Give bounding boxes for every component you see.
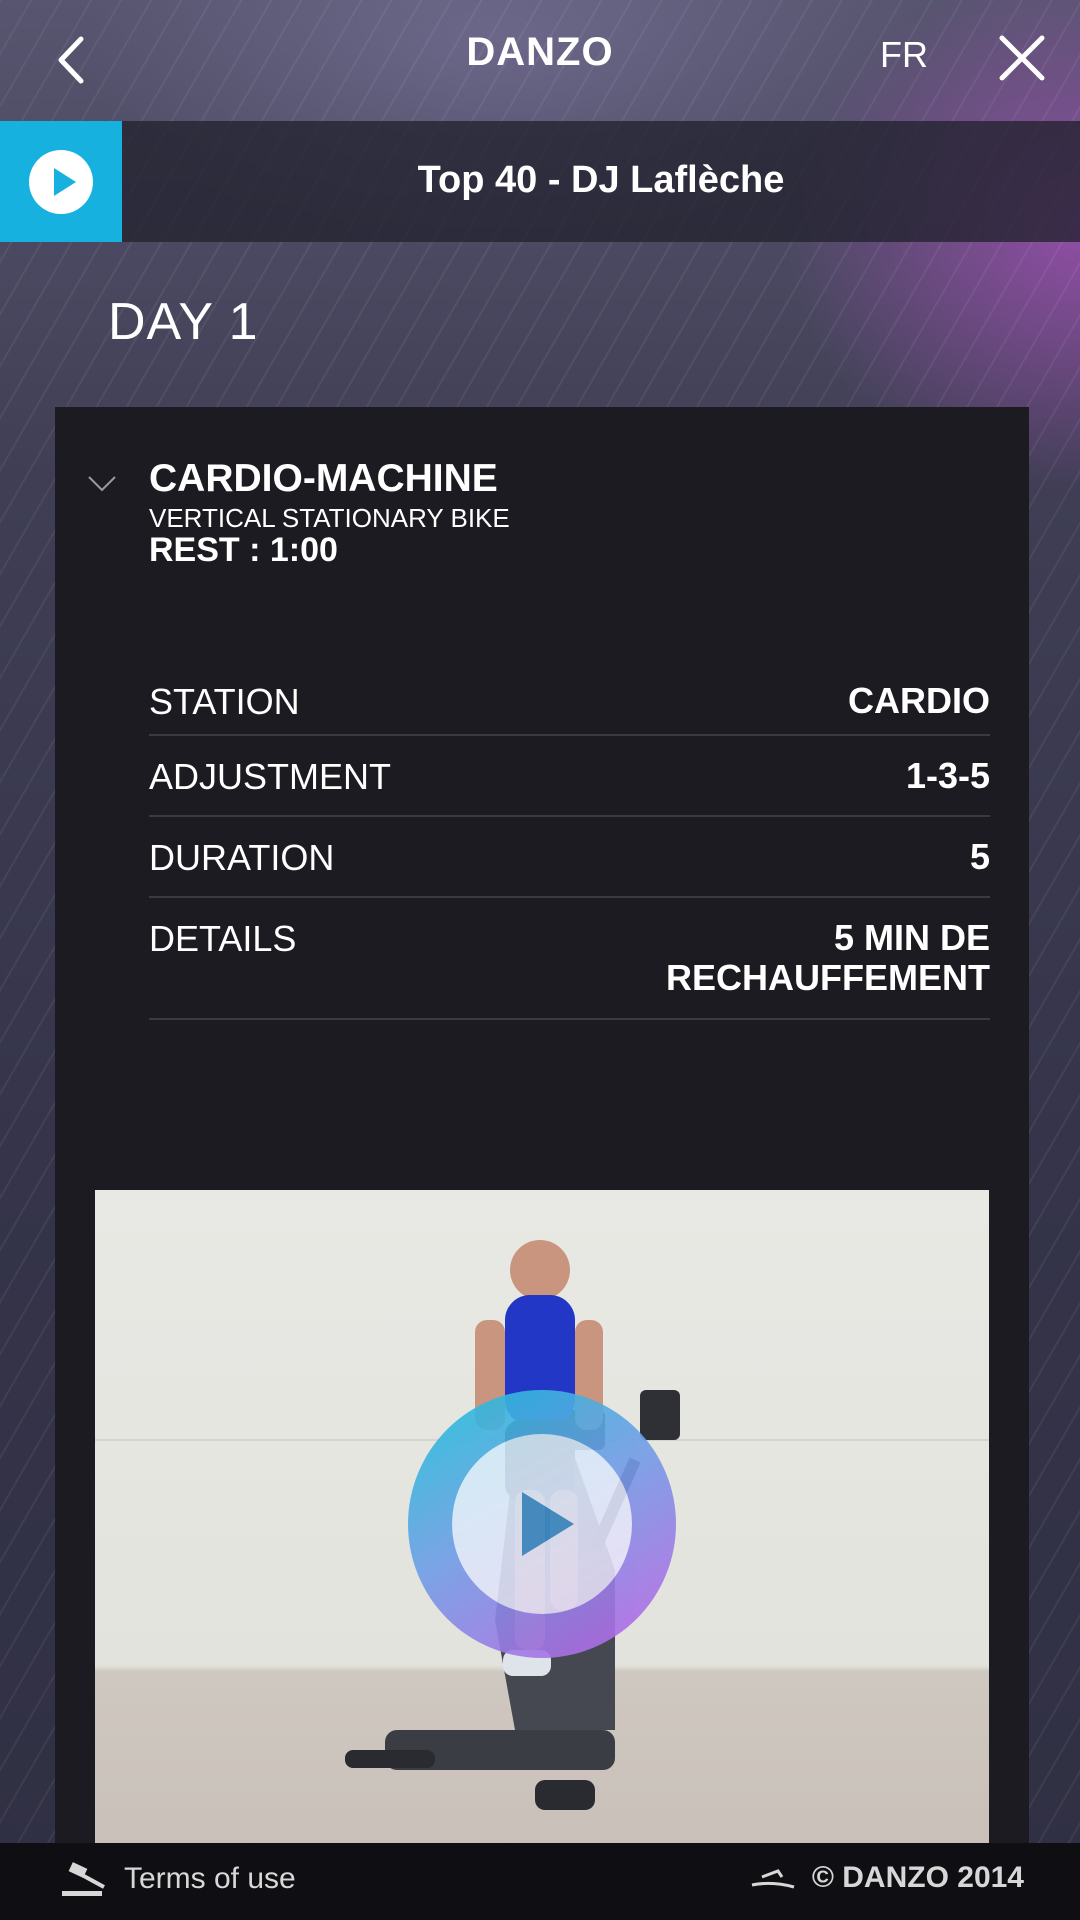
close-icon (999, 35, 1045, 81)
detail-row: DURATION 5 (149, 817, 990, 898)
terms-label: Terms of use (124, 1862, 296, 1895)
detail-label: ADJUSTMENT (149, 756, 391, 797)
danzo-logo-icon (751, 1869, 795, 1889)
gavel-icon (62, 1862, 105, 1896)
app-header: DANZO FR (0, 0, 1080, 120)
detail-row: DETAILS 5 MIN DE RECHAUFFEMENT (149, 898, 990, 1020)
play-icon (522, 1492, 574, 1556)
close-button[interactable] (992, 28, 1052, 88)
exercise-rest: REST : 1:00 (149, 531, 338, 569)
exercise-subtitle: VERTICAL STATIONARY BIKE (149, 503, 510, 533)
video-play-button[interactable] (408, 1390, 676, 1658)
terms-link[interactable]: Terms of use (60, 1861, 296, 1897)
exercise-card: CARDIO-MACHINE VERTICAL STATIONARY BIKE … (55, 407, 1029, 1844)
detail-value: 1-3-5 (905, 755, 990, 796)
exercise-details: STATION CARDIO ADJUSTMENT 1-3-5 DURATION… (149, 655, 990, 1020)
footer: Terms of use © DANZO 2014 (0, 1843, 1080, 1920)
copyright: © DANZO 2014 (748, 1861, 1024, 1895)
detail-row: ADJUSTMENT 1-3-5 (149, 736, 990, 817)
detail-value: CARDIO (848, 680, 990, 721)
exercise-video[interactable] (95, 1190, 989, 1844)
copyright-label: © DANZO 2014 (811, 1861, 1024, 1894)
day-title: DAY 1 (108, 293, 259, 351)
detail-value: 5 MIN DE RECHAUFFEMENT (666, 917, 990, 998)
track-title: Top 40 - DJ Laflèche (417, 159, 785, 201)
video-play-inner (452, 1434, 632, 1614)
language-toggle[interactable]: FR (880, 34, 928, 76)
exercise-name: CARDIO-MACHINE (149, 457, 498, 500)
detail-label: DURATION (149, 837, 335, 878)
music-player-bar: Top 40 - DJ Laflèche (0, 121, 1080, 242)
detail-row: STATION CARDIO (149, 655, 990, 736)
detail-label: DETAILS (149, 918, 297, 959)
detail-label: STATION (149, 681, 300, 722)
detail-value: 5 (969, 836, 990, 877)
chevron-down-icon[interactable] (87, 473, 117, 495)
music-play-button[interactable] (0, 121, 122, 242)
play-circle-icon (29, 149, 93, 214)
